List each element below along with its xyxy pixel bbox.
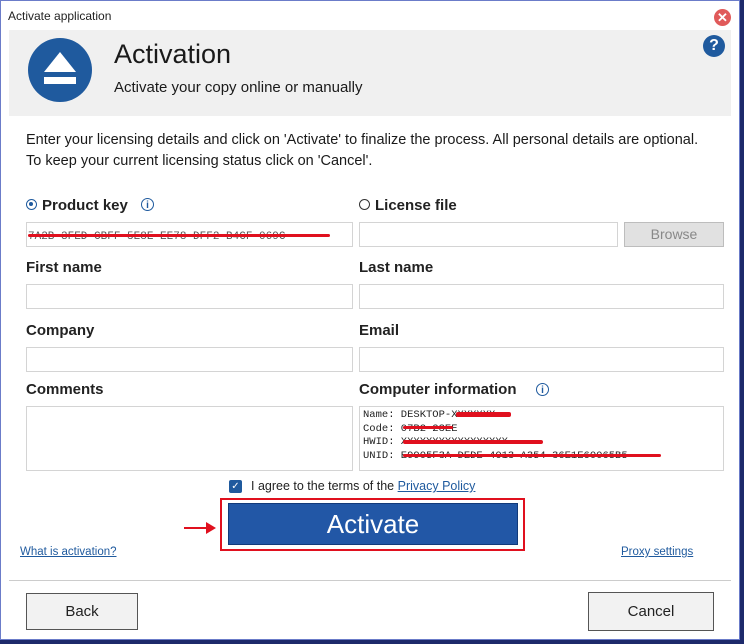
license-file-input[interactable]: [359, 222, 618, 247]
page-title: Activation: [114, 39, 232, 69]
browse-button[interactable]: Browse: [624, 222, 724, 247]
activate-button[interactable]: Activate: [228, 503, 518, 545]
computer-info-label: Computer information: [359, 381, 517, 398]
app-logo-icon: [28, 38, 92, 102]
comments-label: Comments: [26, 381, 104, 398]
cancel-button[interactable]: Cancel: [588, 592, 714, 631]
redaction-mark: [456, 412, 511, 417]
computer-name: Name: DESKTOP-XXXXXXX: [363, 409, 496, 421]
last-name-input[interactable]: [359, 284, 724, 309]
divider: [9, 580, 731, 581]
license-file-radio[interactable]: [359, 199, 370, 210]
agree-label: I agree to the terms of the: [251, 479, 395, 493]
proxy-settings-link[interactable]: Proxy settings: [621, 546, 693, 558]
license-file-label: License file: [375, 197, 457, 214]
title-bar: Activate application ✕: [1, 1, 739, 31]
comments-textarea[interactable]: [26, 406, 353, 471]
computer-info-box: Name: DESKTOP-XXXXXXXCode: 07B2-23EEHWID…: [359, 406, 724, 471]
product-key-info-icon[interactable]: i: [141, 198, 154, 211]
privacy-policy-link[interactable]: Privacy Policy: [398, 479, 476, 493]
company-label: Company: [26, 322, 95, 339]
product-key-label: Product key: [42, 197, 128, 214]
email-label: Email: [359, 322, 400, 339]
email-input[interactable]: [359, 347, 724, 372]
agree-checkbox[interactable]: ✓: [229, 480, 242, 493]
redaction-mark: [28, 234, 330, 237]
intro-text: Enter your licensing details and click o…: [26, 132, 699, 169]
page-subtitle: Activate your copy online or manually: [114, 79, 363, 96]
back-button[interactable]: Back: [26, 593, 138, 630]
activation-dialog: Activate application ✕ Activation Activa…: [0, 0, 740, 640]
redaction-mark: [403, 454, 661, 457]
last-name-label: Last name: [359, 259, 434, 276]
close-icon[interactable]: ✕: [714, 9, 731, 26]
window-title: Activate application: [8, 9, 112, 23]
redaction-mark: [403, 426, 453, 429]
agree-text: I agree to the terms of the Privacy Poli…: [251, 479, 475, 493]
red-arrow-head-icon: [206, 522, 216, 534]
computer-code: Code: 07B2-23EE: [363, 422, 458, 435]
help-icon[interactable]: ?: [703, 35, 725, 57]
product-key-radio[interactable]: [26, 199, 37, 210]
header-panel: Activation Activate your copy online or …: [9, 30, 731, 116]
first-name-label: First name: [26, 259, 102, 276]
computer-info-icon[interactable]: i: [536, 383, 549, 396]
first-name-input[interactable]: [26, 284, 353, 309]
what-is-activation-link[interactable]: What is activation?: [20, 546, 117, 558]
company-input[interactable]: [26, 347, 353, 372]
product-key-value: 7A2B-3FED-CBFF-5E8E-EE78-DFF2-B4CF-069C: [28, 231, 286, 243]
redaction-mark: [403, 440, 543, 444]
